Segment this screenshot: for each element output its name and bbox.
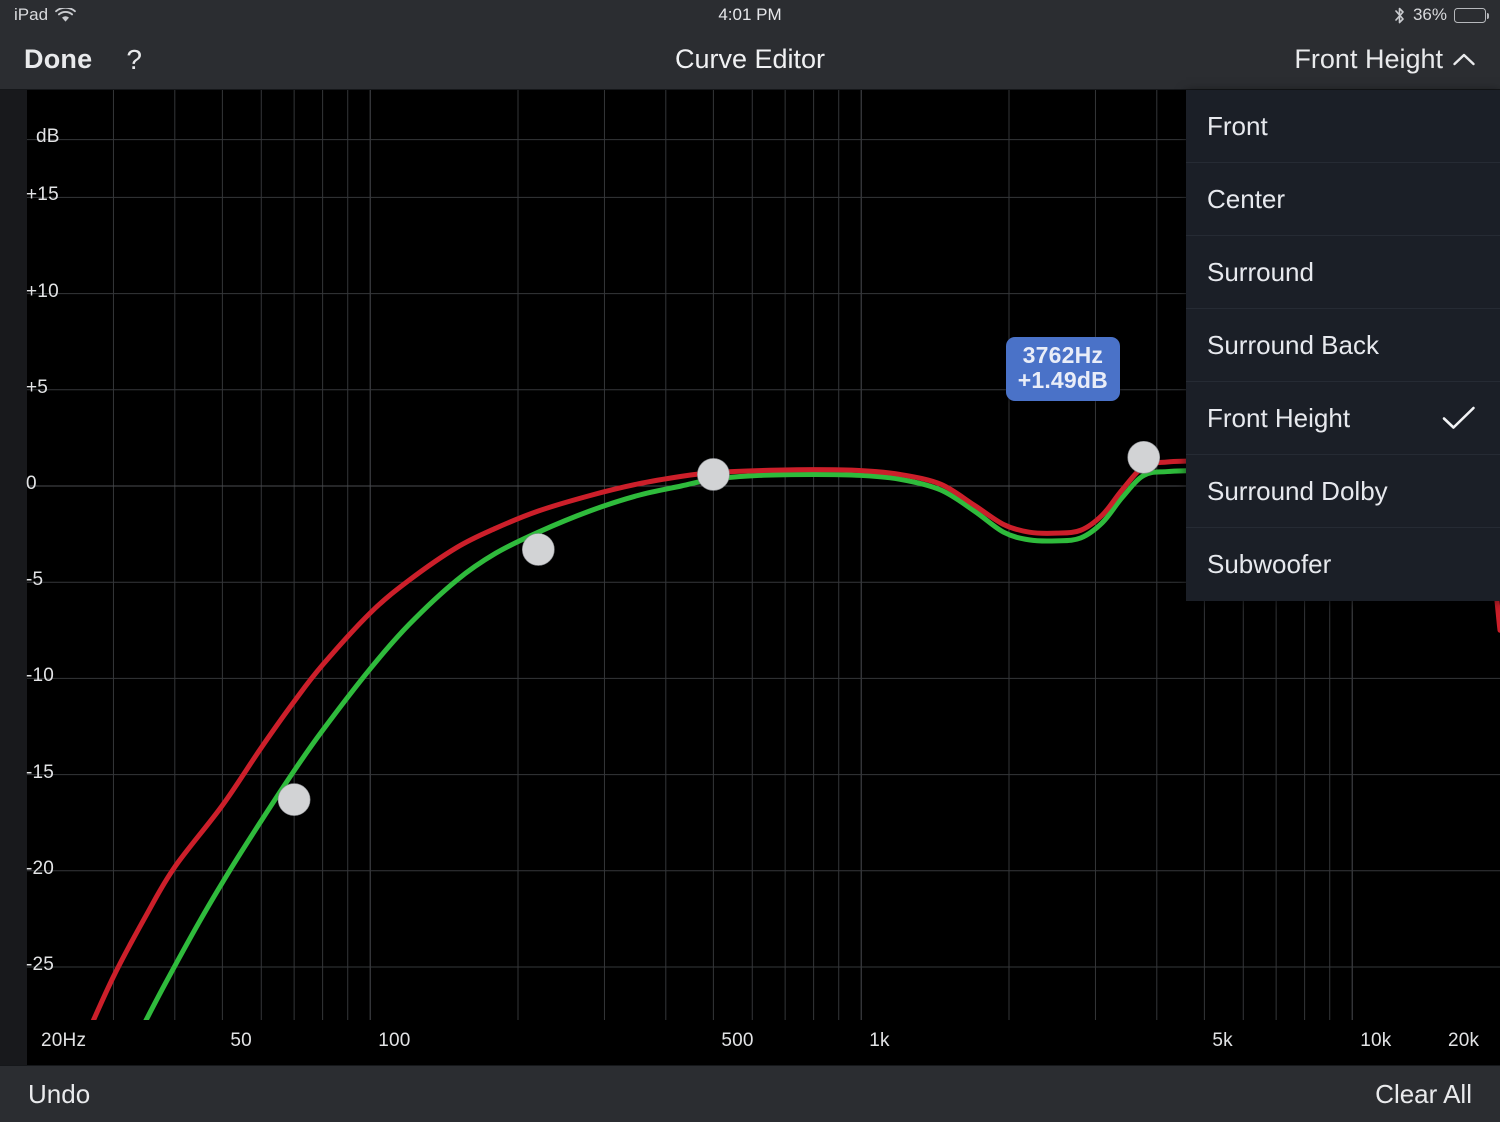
battery-percent: 36%: [1412, 5, 1447, 24]
control-point-handle[interactable]: [1127, 441, 1161, 474]
tooltip-gain: +1.49dB: [1017, 367, 1108, 394]
battery-icon: [1454, 7, 1490, 23]
dropdown-item-label: Surround: [1207, 256, 1314, 287]
status-bar-right: 36%: [1393, 5, 1490, 25]
clear-all-button[interactable]: Clear All: [1375, 1079, 1472, 1110]
help-button[interactable]: ?: [126, 44, 142, 76]
status-bar: iPad 4:01 PM 36%: [0, 0, 1500, 30]
control-point-handle[interactable]: [277, 783, 311, 816]
control-points-group[interactable]: [277, 441, 1161, 816]
dropdown-item-front[interactable]: Front: [1186, 90, 1500, 163]
navigation-bar: Done ? Curve Editor Front Height: [0, 30, 1500, 90]
value-tooltip: 3762Hz +1.49dB: [1005, 337, 1120, 401]
control-point-handle[interactable]: [522, 533, 555, 566]
bluetooth-icon: [1393, 6, 1406, 25]
nav-left-group: Done ?: [24, 44, 142, 76]
undo-button[interactable]: Undo: [28, 1079, 90, 1110]
device-name: iPad: [14, 5, 49, 24]
chevron-up-icon: [1452, 52, 1476, 67]
tooltip-frequency: 3762Hz: [1022, 342, 1104, 369]
bottom-toolbar: Undo Clear All: [0, 1065, 1500, 1122]
dropdown-item-surround-dolby[interactable]: Surround Dolby: [1186, 455, 1500, 528]
channel-selector-button[interactable]: Front Height: [1294, 44, 1476, 75]
page-title: Curve Editor: [674, 44, 826, 74]
dropdown-item-front-height[interactable]: Front Height: [1186, 382, 1500, 455]
dropdown-item-center[interactable]: Center: [1186, 163, 1500, 236]
dropdown-item-label: Surround Dolby: [1207, 475, 1388, 506]
control-point-handle[interactable]: [697, 458, 730, 491]
dropdown-item-surround-back[interactable]: Surround Back: [1186, 309, 1500, 382]
dropdown-item-surround[interactable]: Surround: [1186, 236, 1500, 309]
done-button[interactable]: Done: [24, 44, 92, 75]
dropdown-item-label: Front: [1207, 110, 1268, 141]
dropdown-item-subwoofer[interactable]: Subwoofer: [1186, 528, 1500, 601]
status-bar-left: iPad: [14, 5, 76, 25]
dropdown-item-label: Surround Back: [1207, 329, 1379, 360]
check-icon: [1442, 405, 1476, 431]
dropdown-item-label: Front Height: [1207, 402, 1351, 433]
dropdown-item-label: Center: [1207, 183, 1286, 214]
dropdown-item-label: Subwoofer: [1207, 549, 1332, 579]
status-bar-time: 4:01 PM: [718, 5, 782, 24]
curve-editor-screen: iPad 4:01 PM 36% Done ? Curve Editor Fro…: [0, 0, 1500, 1122]
wifi-icon: [55, 7, 76, 23]
channel-selector-label: Front Height: [1294, 44, 1443, 74]
channel-dropdown-menu[interactable]: Front Center Surround Surround Back Front He…: [1186, 90, 1500, 601]
